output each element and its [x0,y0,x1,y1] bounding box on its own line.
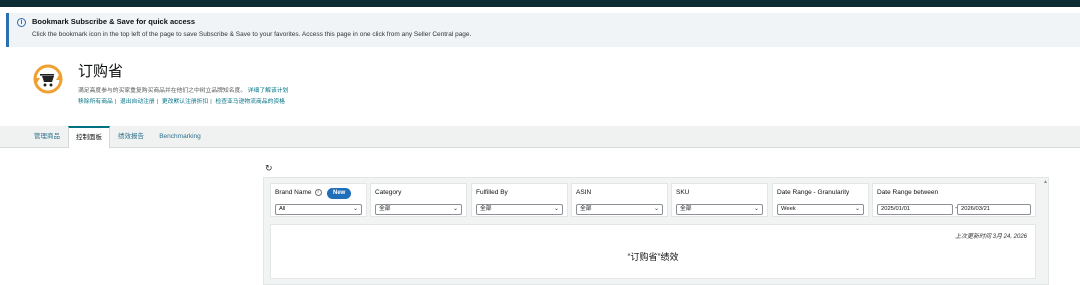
filter-brand: Brand Name i New All ⌄ [270,183,367,217]
sku-select[interactable]: 全部 ⌄ [676,204,763,215]
banner-text: Click the bookmark icon in the top left … [32,31,472,38]
category-select[interactable]: 全部 ⌄ [375,204,462,215]
tab-dashboard[interactable]: 控制面板 [68,126,110,148]
change-default-discount-link[interactable]: 更改默认注册折扣 [162,99,208,105]
performance-title: “订购省”绩效 [627,252,679,262]
category-label: Category [375,189,402,196]
brand-select[interactable]: All ⌄ [275,204,362,215]
last-updated-text: 上次更新时间 3月 24, 2026 [954,234,1027,240]
learn-more-link[interactable]: 详细了解该计划 [248,88,289,94]
bookmark-info-banner: i Bookmark Subscribe & Save for quick ac… [6,13,1080,47]
check-fba-eligibility-link[interactable]: 检查亚马逊物流商品的资格 [215,99,285,105]
granularity-label: Date Range - Granularity [777,189,850,196]
fulfilled-by-label: Fulfilled By [476,189,508,196]
chevron-down-icon: ⌄ [753,206,759,212]
asin-select[interactable]: 全部 ⌄ [576,204,663,215]
info-icon[interactable]: i [314,189,322,196]
fulfilled-by-select[interactable]: 全部 ⌄ [476,204,563,215]
asin-label: ASIN [576,189,592,196]
page-description: 满足高度参与的买家重复购买商品并在他们之中树立品牌知名度。 详细了解该计划 [78,85,288,94]
chevron-down-icon: ⌄ [653,206,659,212]
chevron-down-icon: ⌄ [553,206,559,212]
start-date-input[interactable]: 2025/01/01 [877,204,953,215]
chevron-down-icon: ⌄ [352,206,358,212]
scroll-indicator-icon[interactable]: ▲ [1043,179,1048,185]
exit-auto-enroll-link[interactable]: 退出自动注册 [120,99,155,105]
new-badge: New [327,188,352,199]
chevron-down-icon: ⌄ [854,206,860,212]
performance-panel: 上次更新时间 3月 24, 2026 “订购省”绩效 [270,224,1036,279]
remove-all-link[interactable]: 移除所有商品 [78,99,113,105]
top-nav-bar [0,0,1080,7]
page-title: 订购省 [78,63,124,80]
filter-asin: ASIN 全部 ⌄ [571,183,668,217]
info-icon: i [17,18,26,27]
filter-sku: SKU 全部 ⌄ [671,183,768,217]
filter-fulfilled-by: Fulfilled By 全部 ⌄ [471,183,568,217]
tab-bar: 管理商品 控制面板 绩效报告 Benchmarking [0,126,1080,148]
brand-label: Brand Name i [275,189,322,196]
chevron-down-icon: ⌄ [452,206,458,212]
tab-performance-report[interactable]: 绩效报告 [110,126,152,148]
program-actions-links: 移除所有商品 | 退出自动注册 | 更改默认注册折扣 | 检查亚马逊物流商品的资格 [78,99,285,105]
filter-granularity: Date Range - Granularity Week ⌄ [772,183,869,217]
end-date-input[interactable]: 2026/03/21 [957,204,1031,215]
granularity-select[interactable]: Week ⌄ [777,204,864,215]
filter-date-range: Date Range between 2025/01/01 - 2026/03/… [872,183,1036,217]
tab-benchmarking[interactable]: Benchmarking [152,126,208,148]
filter-category: Category 全部 ⌄ [370,183,467,217]
tab-manage-products[interactable]: 管理商品 [26,126,68,148]
description-text: 满足高度参与的买家重复购买商品并在他们之中树立品牌知名度。 [78,88,247,94]
subscribe-save-cart-icon [33,64,63,94]
date-range-label: Date Range between [877,189,939,196]
refresh-icon[interactable]: ↻ [265,163,273,174]
banner-title: Bookmark Subscribe & Save for quick acce… [32,17,195,26]
sku-label: SKU [676,189,690,196]
